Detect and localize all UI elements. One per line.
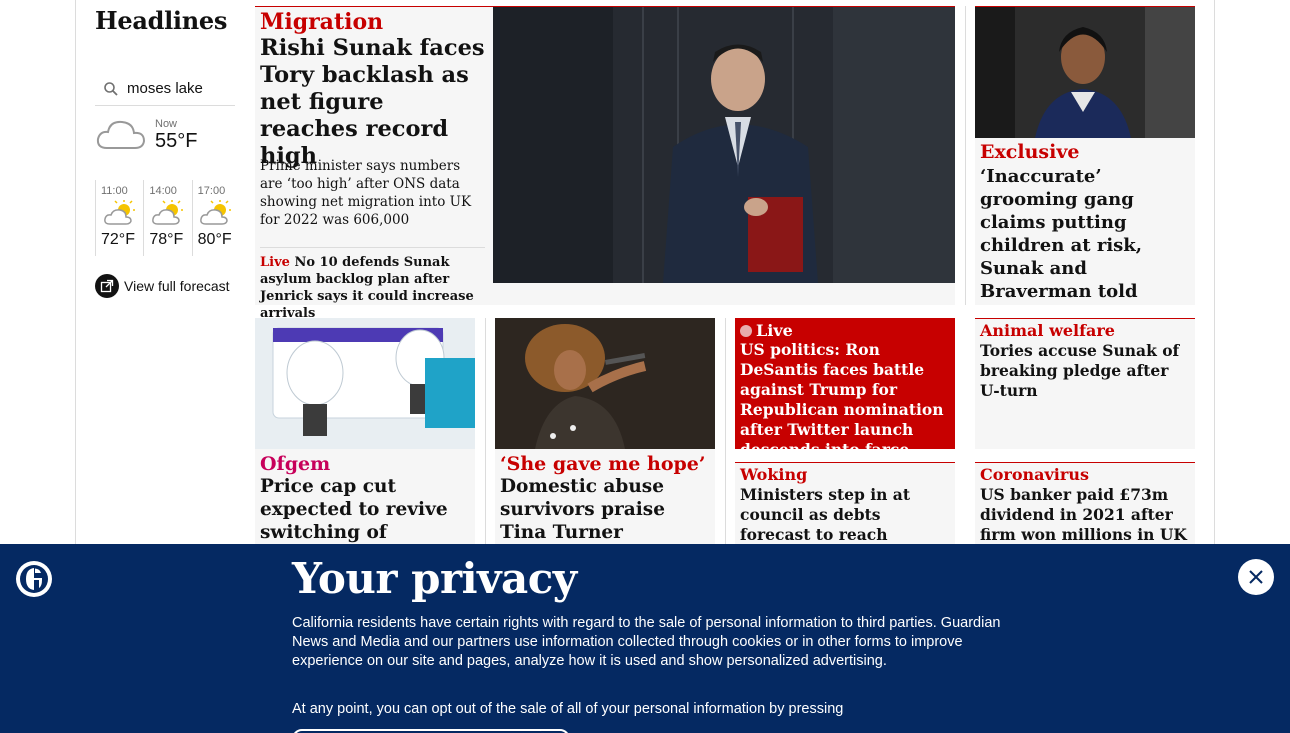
story-kicker: Migration bbox=[260, 9, 384, 35]
live-pulse-icon bbox=[740, 324, 752, 337]
story-kicker: Exclusive bbox=[980, 141, 1080, 163]
forecast-temp: 80°F bbox=[197, 231, 232, 248]
external-link-icon bbox=[95, 274, 119, 298]
forecast-time: 11:00 bbox=[101, 185, 128, 197]
partly-sunny-icon bbox=[144, 199, 191, 231]
us-politics-live-card[interactable]: Live US politics: Ron DeSantis faces bat… bbox=[735, 318, 955, 459]
lead-story-image[interactable] bbox=[493, 7, 955, 283]
privacy-title: Your privacy bbox=[292, 554, 577, 603]
coronavirus-story-card[interactable]: Coronavirus US banker paid £73m dividend… bbox=[975, 462, 1195, 544]
privacy-banner: Your privacy California residents have c… bbox=[0, 544, 1290, 733]
story-kicker: Coronavirus bbox=[980, 465, 1089, 484]
forecast-time: 17:00 bbox=[197, 185, 226, 197]
ofgem-story-card[interactable]: Ofgem Price cap cut expected to revive s… bbox=[255, 318, 475, 566]
column-divider bbox=[485, 318, 486, 544]
weather-now-temp: 55°F bbox=[155, 130, 198, 152]
cloud-icon bbox=[95, 116, 147, 156]
exclusive-story-card[interactable]: Exclusive ‘Inaccurate’ grooming gang cla… bbox=[975, 6, 1195, 305]
story-kicker: Animal welfare bbox=[980, 321, 1115, 340]
lead-story-card[interactable]: Migration Rishi Sunak faces Tory backlas… bbox=[255, 6, 955, 321]
partly-sunny-icon bbox=[96, 199, 143, 231]
live-badge: Live bbox=[740, 321, 793, 340]
guardian-logo-icon bbox=[16, 561, 52, 597]
close-icon bbox=[1249, 570, 1263, 584]
story-kicker: Ofgem bbox=[260, 453, 331, 475]
lead-headline[interactable]: Rishi Sunak faces Tory backlash as net f… bbox=[260, 35, 485, 170]
live-label: Live bbox=[756, 321, 793, 340]
column-divider bbox=[965, 6, 966, 305]
woking-story-card[interactable]: Woking Ministers step in at council as d… bbox=[735, 462, 955, 564]
forecast-slot: 11:00 72°F bbox=[95, 180, 143, 256]
story-headline[interactable]: Domestic abuse survivors praise Tina Tur… bbox=[500, 475, 712, 544]
tina-turner-story-image[interactable] bbox=[495, 318, 715, 449]
story-headline[interactable]: US banker paid £73m dividend in 2021 aft… bbox=[980, 485, 1192, 545]
partly-sunny-icon bbox=[193, 199, 240, 231]
weather-location-search[interactable]: moses lake bbox=[95, 72, 235, 106]
search-icon bbox=[104, 81, 118, 96]
location-text[interactable]: moses lake bbox=[127, 80, 203, 97]
hourly-forecast: 11:00 72°F 14:00 78°F 17:00 80°F bbox=[95, 180, 240, 256]
close-privacy-button[interactable] bbox=[1238, 559, 1274, 595]
forecast-temp: 72°F bbox=[101, 231, 135, 248]
story-headline[interactable]: Tories accuse Sunak of breaking pledge a… bbox=[980, 341, 1180, 401]
live-label: Live bbox=[260, 255, 290, 270]
related-link-text[interactable]: No 10 defends Sunak asylum backlog plan … bbox=[260, 255, 474, 321]
column-divider bbox=[725, 318, 726, 544]
story-headline[interactable]: ‘Inaccurate’ grooming gang claims puttin… bbox=[980, 165, 1192, 303]
view-full-forecast-link[interactable]: View full forecast bbox=[95, 274, 230, 298]
story-kicker: ‘She gave me hope’ bbox=[500, 453, 706, 475]
section-title: Headlines bbox=[95, 6, 228, 35]
view-forecast-label[interactable]: View full forecast bbox=[124, 278, 230, 294]
animal-welfare-story-card[interactable]: Animal welfare Tories accuse Sunak of br… bbox=[975, 318, 1195, 449]
story-headline[interactable]: US politics: Ron DeSantis faces battle a… bbox=[740, 340, 952, 460]
forecast-time: 14:00 bbox=[149, 185, 177, 197]
ofgem-story-image[interactable] bbox=[255, 318, 475, 449]
lead-standfirst: Prime minister says numbers are ‘too hig… bbox=[260, 158, 472, 228]
forecast-slot: 14:00 78°F bbox=[143, 180, 191, 256]
tina-turner-story-card[interactable]: ‘She gave me hope’ Domestic abuse surviv… bbox=[495, 318, 715, 544]
privacy-opt-out-text: At any point, you can opt out of the sal… bbox=[292, 701, 844, 717]
privacy-text: California residents have certain rights… bbox=[292, 615, 1001, 669]
privacy-action-button[interactable] bbox=[292, 729, 570, 733]
exclusive-story-image[interactable] bbox=[975, 7, 1195, 138]
story-kicker: Woking bbox=[740, 465, 808, 484]
forecast-slot: 17:00 80°F bbox=[191, 180, 240, 256]
related-live-link[interactable]: Live No 10 defends Sunak asylum backlog … bbox=[260, 247, 485, 322]
forecast-temp: 78°F bbox=[149, 231, 184, 248]
weather-now-label: Now bbox=[155, 118, 178, 130]
